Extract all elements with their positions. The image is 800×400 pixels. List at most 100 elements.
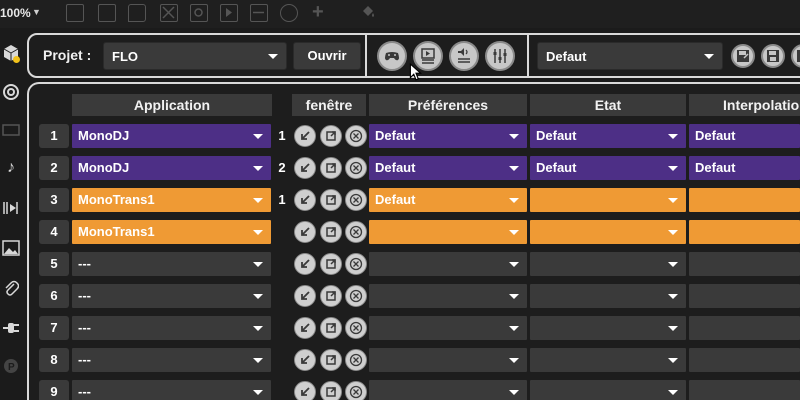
state-select[interactable]: Defaut <box>537 42 723 70</box>
paperclip-icon[interactable] <box>1 278 21 298</box>
target-icon[interactable] <box>1 82 21 102</box>
plug-icon[interactable] <box>1 318 21 338</box>
application-select[interactable]: MonoTrans1 <box>72 220 271 244</box>
maximize-window-icon <box>326 323 336 333</box>
project-select[interactable]: FLO <box>103 42 287 70</box>
minimize-window-button[interactable] <box>294 317 316 339</box>
zoom-level[interactable]: 100% <box>0 6 31 20</box>
preferences-select[interactable] <box>369 220 527 244</box>
application-select[interactable]: MonoTrans1 <box>72 188 271 212</box>
image-icon[interactable] <box>1 238 21 258</box>
preferences-select[interactable] <box>369 284 527 308</box>
maximize-window-button[interactable] <box>320 157 342 179</box>
text-block-icon[interactable] <box>98 4 116 22</box>
state-cell-select[interactable] <box>530 316 686 340</box>
close-window-button[interactable] <box>345 317 367 339</box>
close-window-button[interactable] <box>345 125 367 147</box>
state-cell-select[interactable] <box>530 284 686 308</box>
gamepad-button[interactable] <box>377 41 422 81</box>
mixer-button[interactable] <box>485 41 515 71</box>
interpolation-select[interactable] <box>689 316 800 340</box>
state-cell-select[interactable] <box>530 380 686 400</box>
interpolation-select[interactable] <box>689 188 800 212</box>
interpolation-select[interactable] <box>689 380 800 400</box>
music-note-icon[interactable]: ♪ <box>1 158 21 178</box>
interpolation-select[interactable] <box>689 252 800 276</box>
application-select[interactable]: --- <box>72 380 271 400</box>
close-window-button[interactable] <box>345 189 367 211</box>
preferences-select[interactable] <box>369 348 527 372</box>
application-select[interactable]: --- <box>72 348 271 372</box>
application-select[interactable]: MonoDJ <box>72 156 271 180</box>
chevron-down-icon <box>253 262 263 267</box>
close-window-button[interactable] <box>345 157 367 179</box>
maximize-window-button[interactable] <box>320 285 342 307</box>
maximize-window-button[interactable] <box>320 317 342 339</box>
preferences-select[interactable]: Defaut <box>369 156 527 180</box>
application-select[interactable]: MonoDJ <box>72 124 271 148</box>
application-select[interactable]: --- <box>72 252 271 276</box>
preferences-select[interactable] <box>369 380 527 400</box>
maximize-window-button[interactable] <box>320 125 342 147</box>
state-cell-select[interactable] <box>530 188 686 212</box>
state-cell-select[interactable] <box>530 252 686 276</box>
save-as-button[interactable] <box>731 44 755 68</box>
application-value: --- <box>78 320 91 335</box>
minimize-window-button[interactable] <box>294 189 316 211</box>
close-window-button[interactable] <box>345 285 367 307</box>
close-window-button[interactable] <box>345 349 367 371</box>
state-cell-select[interactable] <box>530 220 686 244</box>
maximize-window-button[interactable] <box>320 381 342 400</box>
state-cell-select[interactable]: Defaut <box>530 124 686 148</box>
close-window-icon <box>349 353 363 367</box>
audio-settings-button[interactable] <box>449 41 479 71</box>
minimize-window-button[interactable] <box>294 157 316 179</box>
maximize-window-button[interactable] <box>320 189 342 211</box>
zoom-dropdown-icon[interactable]: ▼ <box>32 7 41 17</box>
sequence-icon[interactable] <box>1 198 21 218</box>
film-icon[interactable] <box>1 120 21 140</box>
cross-box-icon[interactable] <box>160 4 178 22</box>
comment-icon[interactable] <box>128 4 146 22</box>
grid-icon[interactable] <box>66 4 84 22</box>
preferences-select[interactable] <box>369 252 527 276</box>
minimize-window-button[interactable] <box>294 253 316 275</box>
minimize-window-button[interactable] <box>294 349 316 371</box>
close-window-button[interactable] <box>345 381 367 400</box>
state-cell-select[interactable]: Defaut <box>530 156 686 180</box>
application-value: --- <box>78 288 91 303</box>
application-select[interactable]: --- <box>72 284 271 308</box>
more-button[interactable] <box>791 44 800 68</box>
preferences-select[interactable]: Defaut <box>369 188 527 212</box>
application-select[interactable]: --- <box>72 316 271 340</box>
minimize-window-button[interactable] <box>294 125 316 147</box>
interpolation-select[interactable] <box>689 284 800 308</box>
interpolation-select[interactable] <box>689 348 800 372</box>
interpolation-select[interactable]: Defaut <box>689 124 800 148</box>
maximize-window-button[interactable] <box>320 221 342 243</box>
maximize-window-button[interactable] <box>320 349 342 371</box>
cube-icon[interactable] <box>1 43 21 63</box>
close-window-button[interactable] <box>345 221 367 243</box>
state-cell-select[interactable] <box>530 348 686 372</box>
gauge-icon[interactable] <box>280 4 298 22</box>
media-settings-button[interactable] <box>413 41 443 71</box>
minimize-window-button[interactable] <box>294 285 316 307</box>
target-box-icon[interactable] <box>190 4 208 22</box>
play-box-icon[interactable] <box>220 4 238 22</box>
minus-box-icon[interactable] <box>250 4 268 22</box>
preferences-select[interactable]: Defaut <box>369 124 527 148</box>
preferences-select[interactable] <box>369 316 527 340</box>
paint-bucket-icon[interactable] <box>360 4 376 20</box>
open-button[interactable]: Ouvrir <box>293 42 361 70</box>
add-icon[interactable]: + <box>312 2 324 22</box>
maximize-window-button[interactable] <box>320 253 342 275</box>
close-window-button[interactable] <box>345 253 367 275</box>
minimize-window-button[interactable] <box>294 381 316 400</box>
plugin-icon[interactable]: P <box>1 356 21 376</box>
interpolation-select[interactable]: Defaut <box>689 156 800 180</box>
interpolation-select[interactable] <box>689 220 800 244</box>
application-value: MonoTrans1 <box>78 224 155 239</box>
minimize-window-button[interactable] <box>294 221 316 243</box>
save-button[interactable] <box>761 44 785 68</box>
